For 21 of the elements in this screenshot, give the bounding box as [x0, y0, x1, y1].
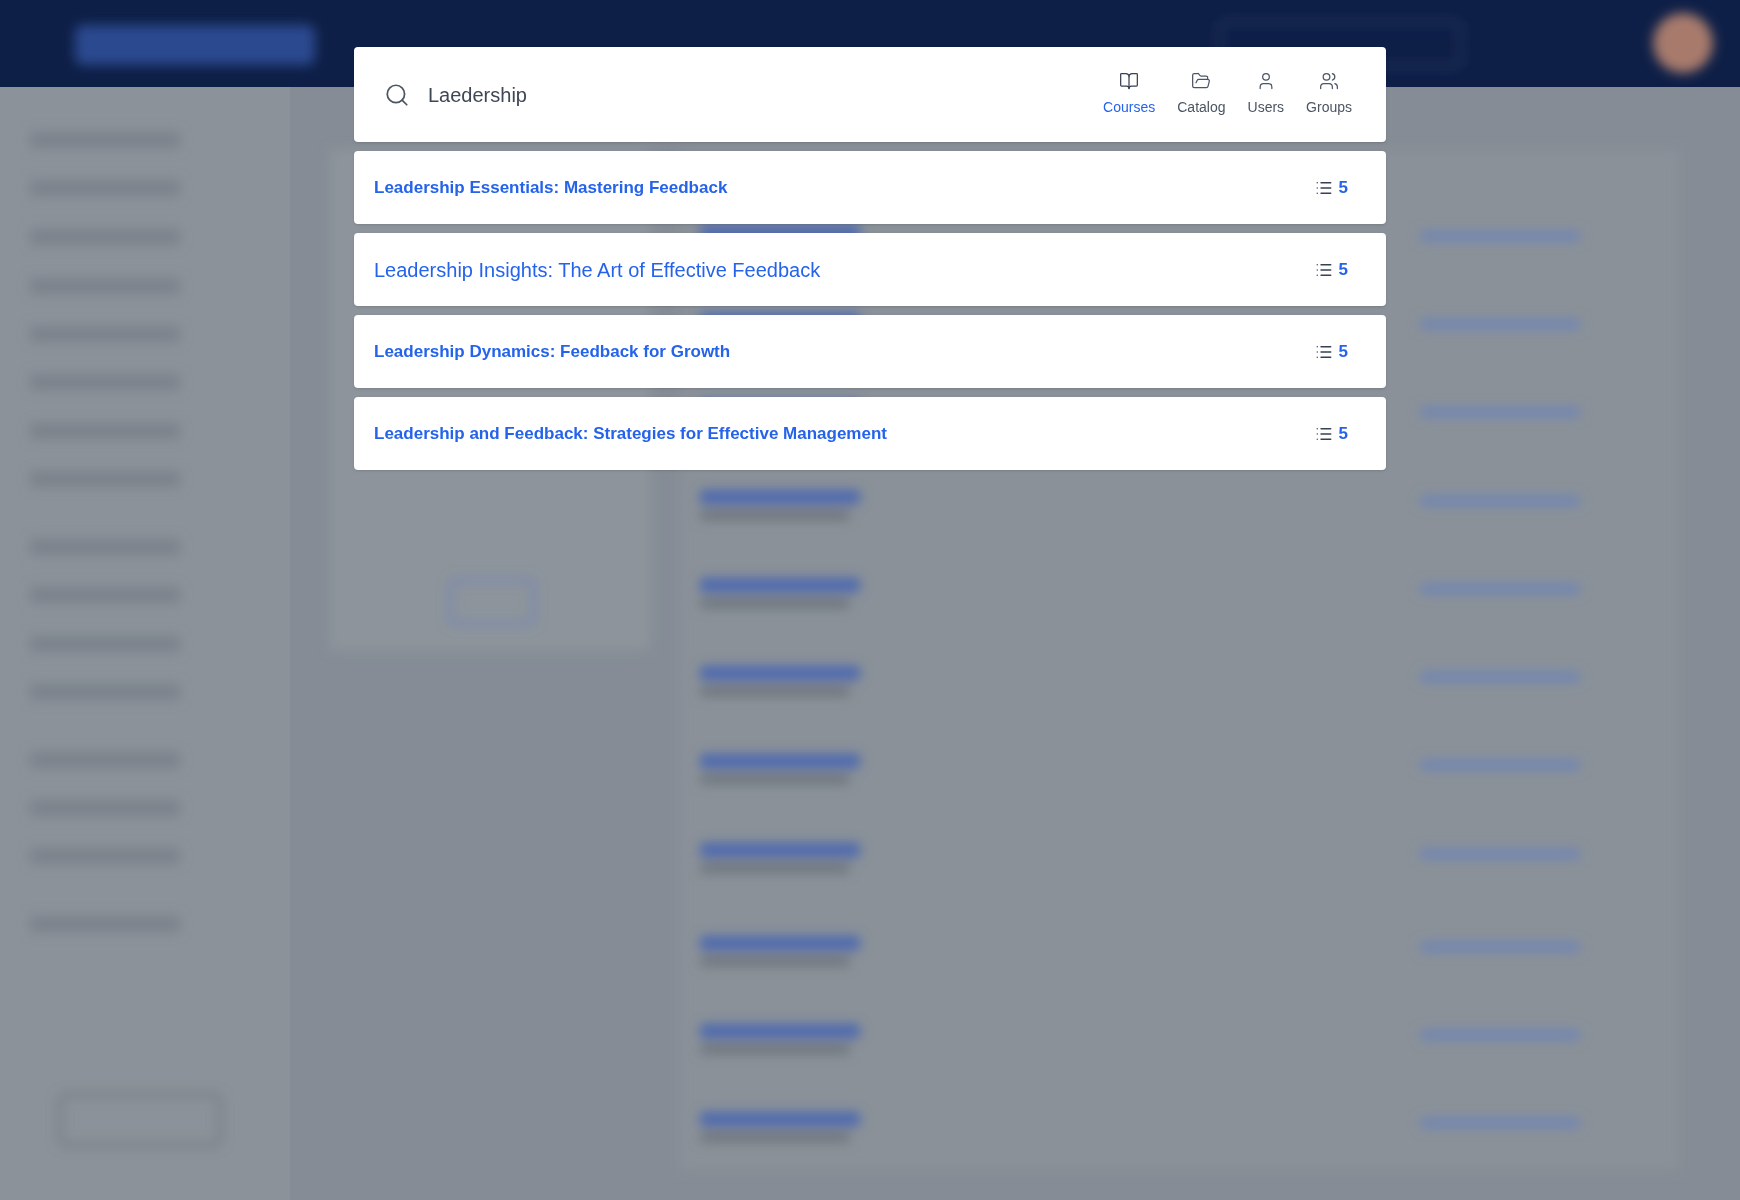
result-row[interactable]: Leadership and Feedback: Strategies for Effective Management 5 — [354, 397, 1386, 470]
lesson-count: 5 — [1338, 258, 1348, 281]
result-row[interactable]: Leadership Essentials: Mastering Feedback 5 — [354, 151, 1386, 224]
lesson-count: 5 — [1338, 176, 1348, 199]
filter-tab[interactable]: Groups — [1300, 71, 1358, 118]
search-icon — [384, 81, 410, 108]
users-icon — [1319, 71, 1340, 91]
open-book-icon — [1119, 71, 1140, 91]
filter-tab[interactable]: Courses — [1097, 71, 1162, 118]
result-row[interactable]: Leadership Insights: The Art of Effective Feedback 5 — [354, 233, 1386, 306]
folder-icon — [1191, 71, 1212, 91]
result-row[interactable]: Leadership Dynamics: Feedback for Growth 5 — [354, 315, 1386, 388]
course-title[interactable]: Leadership Dynamics: Feedback for Growth — [374, 338, 1315, 365]
course-title[interactable]: Leadership Essentials: Mastering Feedback — [374, 174, 1315, 201]
filter-tab[interactable]: Catalog — [1171, 71, 1232, 118]
course-title[interactable]: Leadership and Feedback: Strategies for Effective Management — [374, 420, 1315, 447]
lesson-count: 5 — [1338, 340, 1348, 363]
filter-tab[interactable]: Users — [1241, 71, 1291, 118]
lesson-count: 5 — [1338, 422, 1348, 445]
course-title[interactable]: Leadership Insights: The Art of Effective Feedback — [374, 254, 1315, 285]
search-field[interactable]: Laedership — [428, 79, 1098, 110]
